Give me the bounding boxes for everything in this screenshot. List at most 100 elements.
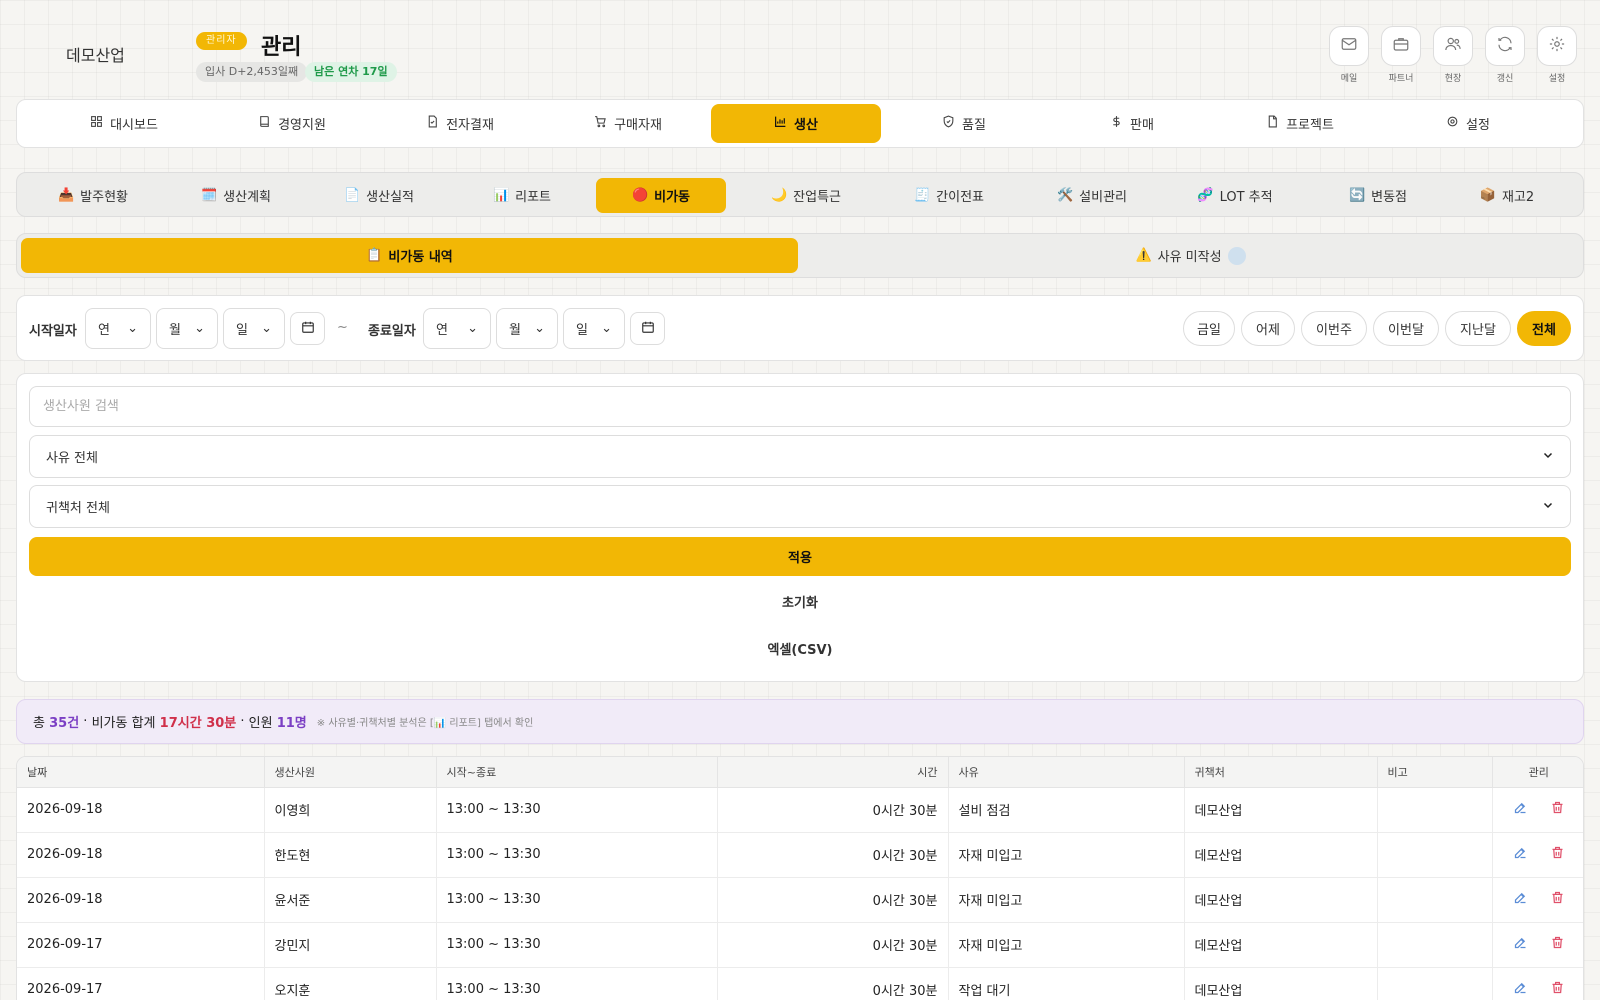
summary-separator: · [236,714,249,729]
main-nav-purchase[interactable]: 구매자재 [543,104,713,143]
edit-icon[interactable] [1513,890,1528,909]
chevron-down-icon: ⌄ [194,321,205,336]
start-year-select[interactable]: 연 ⌄ [85,308,151,349]
dollar-icon [1110,115,1123,132]
main-nav-dashboard[interactable]: 대시보드 [39,104,209,143]
sub-tab-downtime[interactable]: 🔴 비가동 [596,178,726,213]
edit-icon[interactable] [1513,980,1528,999]
summary-sum-label: 비가동 합계 [91,716,156,731]
view-tab-downtime-list[interactable]: 📋 비가동 내역 [21,238,798,273]
edit-icon[interactable] [1513,800,1528,819]
end-date-label: 종료일자 [368,324,416,339]
sub-tab-equipment[interactable]: 🛠️ 설비관리 [1027,178,1157,213]
date-filter-card: 시작일자 연 ⌄ 월 ⌄ 일 ⌄ ~ 종료일자 연 ⌄ 월 ⌄ 일 ⌄ 금일 어제 이번주 … [16,295,1584,361]
mail-button[interactable]: 메일 [1329,26,1369,84]
end-month-select[interactable]: 월 ⌄ [496,308,558,349]
join-days-chip: 입사 D+2,453일째 [196,62,308,82]
cell-actions [1492,922,1583,968]
view-tab-label: 비가동 내역 [388,250,453,265]
trash-icon[interactable] [1550,935,1565,954]
quick-last-month-button[interactable]: 지난달 [1445,311,1511,346]
table-row[interactable]: 2026-09-18 이영희 13:00 ~ 13:30 0시간 30분 설비 점검 데모… [17,787,1583,833]
sub-tab-production-plan[interactable]: 🗓️ 생산계획 [171,178,301,213]
main-nav-quality[interactable]: 품질 [879,104,1049,143]
settings-button[interactable]: 설정 [1537,26,1577,84]
clipboard-icon: 📋 [366,248,383,263]
main-nav-project[interactable]: 프로젝트 [1215,104,1385,143]
reason-select[interactable]: 사유 전체 [29,435,1571,478]
cell-range: 13:00 ~ 13:30 [436,922,718,968]
table-row[interactable]: 2026-09-18 윤서준 13:00 ~ 13:30 0시간 30분 자재 미입고 데… [17,877,1583,923]
warning-icon: ⚠️ [1135,248,1152,263]
quick-today-button[interactable]: 금일 [1183,311,1235,346]
site-button[interactable]: 현장 [1433,26,1473,84]
col-actions: 관리 [1492,757,1583,788]
main-nav: 대시보드 경영지원 전자결재 구매자재 생산 품질 판매 프로젝트 설정 [16,99,1584,148]
sub-tab-lot-tracking[interactable]: 🧬 LOT 추적 [1170,178,1300,213]
sub-tab-order-status[interactable]: 📥 발주현황 [28,178,158,213]
trash-icon[interactable] [1550,980,1565,999]
end-year-select[interactable]: 연 ⌄ [423,308,491,349]
sub-tab-inventory2[interactable]: 📦 재고2 [1442,178,1572,213]
main-nav-production[interactable]: 생산 [711,104,881,143]
reset-button[interactable]: 초기화 [29,583,1571,619]
worker-search-input[interactable] [29,386,1571,427]
table-row[interactable]: 2026-09-17 오지훈 13:00 ~ 13:30 0시간 30분 작업 대기 데모… [17,967,1583,1000]
quick-yesterday-button[interactable]: 어제 [1241,311,1295,346]
refresh-button[interactable]: 갱신 [1485,26,1525,84]
col-date[interactable]: 날짜 [17,757,265,788]
trash-icon[interactable] [1550,890,1565,909]
cell-actions [1492,787,1583,833]
edit-icon[interactable] [1513,845,1528,864]
apply-button[interactable]: 적용 [29,537,1571,576]
dna-icon: 🧬 [1197,188,1214,203]
start-calendar-button[interactable] [290,312,325,345]
main-nav-management[interactable]: 경영지원 [207,104,377,143]
main-nav-settings[interactable]: 설정 [1383,104,1553,143]
cell-note [1377,877,1493,923]
cell-note [1377,832,1493,878]
sub-tab-report[interactable]: 📊 리포트 [457,178,587,213]
col-reason[interactable]: 사유 [948,757,1185,788]
edit-icon[interactable] [1513,935,1528,954]
cell-note [1377,787,1493,833]
document-icon [426,115,439,132]
col-note[interactable]: 비고 [1377,757,1493,788]
col-worker[interactable]: 생산사원 [264,757,437,788]
sub-tab-label: 생산계획 [223,190,272,205]
partner-button[interactable]: 파트너 [1381,26,1421,84]
sub-tab-overtime[interactable]: 🌙 잔업특근 [741,178,871,213]
package-icon: 📦 [1479,188,1496,203]
view-tab-missing-reason[interactable]: ⚠️ 사유 미작성 [802,238,1579,273]
quick-this-week-button[interactable]: 이번주 [1301,311,1367,346]
main-nav-label: 대시보드 [110,118,158,133]
table-row[interactable]: 2026-09-18 한도현 13:00 ~ 13:30 0시간 30분 자재 미입고 데… [17,832,1583,878]
quick-this-month-button[interactable]: 이번달 [1373,311,1439,346]
sub-tab-label: 리포트 [515,190,552,205]
sub-tab-production-result[interactable]: 📄 생산실적 [314,178,444,213]
main-nav-approval[interactable]: 전자결재 [375,104,545,143]
cell-duration: 0시간 30분 [717,832,949,878]
trash-icon[interactable] [1550,845,1565,864]
sub-tab-label: LOT 추적 [1219,190,1273,205]
file-icon [1266,115,1279,132]
sub-tab-change-point[interactable]: 🔄 변동점 [1313,178,1443,213]
cell-reason: 작업 대기 [948,967,1185,1000]
quick-all-button[interactable]: 전체 [1517,311,1571,346]
start-month-select[interactable]: 월 ⌄ [156,308,218,349]
trash-icon[interactable] [1550,800,1565,819]
export-csv-button[interactable]: 엑셀(CSV) [29,630,1571,666]
reason-select-value: 사유 전체 [46,451,98,466]
table-row[interactable]: 2026-09-17 강민지 13:00 ~ 13:30 0시간 30분 자재 미입고 데… [17,922,1583,968]
end-day-select[interactable]: 일 ⌄ [563,308,625,349]
end-calendar-button[interactable] [630,312,665,345]
sub-tab-simple-voucher[interactable]: 🧾 간이전표 [884,178,1014,213]
col-owner[interactable]: 귀책처 [1184,757,1378,788]
start-day-select[interactable]: 일 ⌄ [223,308,285,349]
owner-select[interactable]: 귀책처 전체 [29,485,1571,528]
col-range[interactable]: 시작~종료 [436,757,718,788]
main-nav-sales[interactable]: 판매 [1047,104,1217,143]
cell-date: 2026-09-17 [17,967,265,1000]
col-duration[interactable]: 시간 [717,757,949,788]
select-value: 일 [236,323,248,338]
